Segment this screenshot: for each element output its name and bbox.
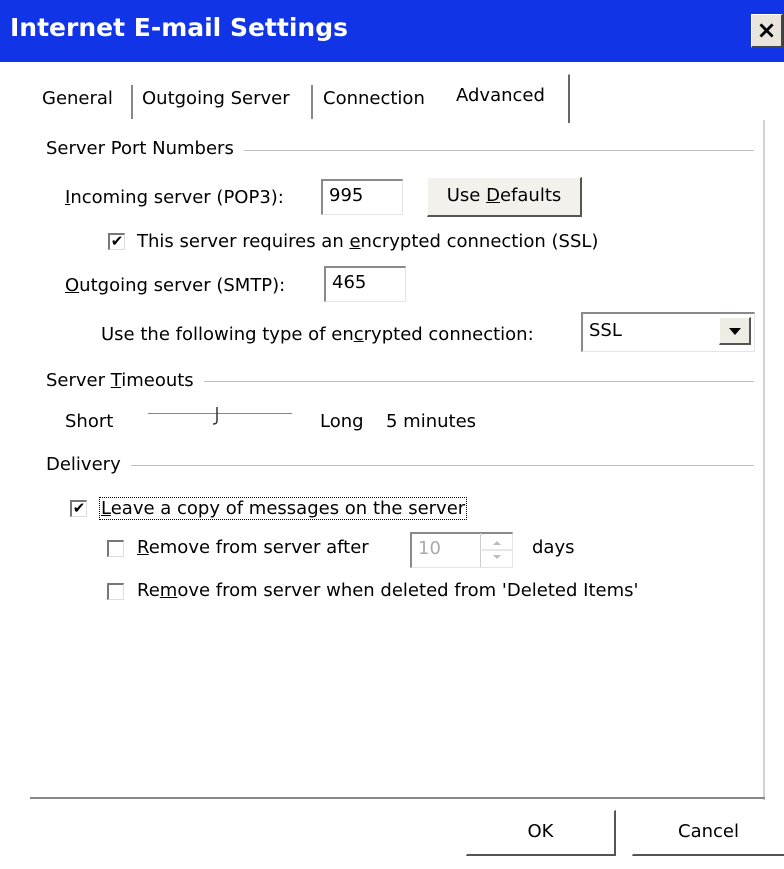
encryption-type-select[interactable]: SSL xyxy=(581,312,755,352)
days-value: 10 xyxy=(418,538,441,559)
timeout-long-label: Long xyxy=(320,411,364,432)
close-icon: × xyxy=(756,16,777,44)
delivery-heading: Delivery xyxy=(46,454,131,475)
incoming-server-label: Incoming server (POP3): xyxy=(65,187,284,208)
tab-divider xyxy=(311,85,314,119)
remove-when-deleted-label: Remove from server when deleted from 'De… xyxy=(137,580,639,601)
remove-after-checkbox[interactable] xyxy=(107,540,124,557)
remove-after-label: Remove from server after xyxy=(137,537,369,558)
remove-when-deleted-checkbox[interactable] xyxy=(107,583,124,600)
dropdown-arrow-button[interactable] xyxy=(719,317,751,345)
window-title: Internet E-mail Settings xyxy=(10,13,348,42)
group-separator xyxy=(46,465,754,467)
tab-advanced[interactable]: Advanced xyxy=(442,74,570,123)
ssl-required-checkbox[interactable]: ✔ xyxy=(108,233,125,250)
panel-border-right xyxy=(763,120,765,800)
tab-divider xyxy=(131,85,134,119)
ssl-required-label: This server requires an encrypted connec… xyxy=(137,231,599,252)
encryption-type-label: Use the following type of encrypted conn… xyxy=(101,324,534,345)
tab-general[interactable]: General xyxy=(42,88,113,118)
cancel-button[interactable]: Cancel xyxy=(632,810,784,856)
tab-connection[interactable]: Connection xyxy=(323,88,425,118)
incoming-port-field[interactable]: 995 xyxy=(321,179,403,215)
days-label: days xyxy=(532,537,575,558)
server-timeouts-heading: Server Timeouts xyxy=(46,370,204,391)
outgoing-port-field[interactable]: 465 xyxy=(324,266,406,302)
outgoing-server-label: Outgoing server (SMTP): xyxy=(65,275,286,296)
server-port-numbers-heading: Server Port Numbers xyxy=(46,138,244,159)
days-spinner-buttons xyxy=(480,533,512,567)
leave-copy-checkbox[interactable]: ✔ xyxy=(70,500,87,517)
leave-copy-label: Leave a copy of messages on the server xyxy=(99,497,468,520)
tab-outgoing-server[interactable]: Outgoing Server xyxy=(142,88,290,118)
timeout-short-label: Short xyxy=(65,411,114,432)
timeout-value: 5 minutes xyxy=(386,411,477,432)
chevron-down-icon xyxy=(729,328,741,335)
timeout-slider-thumb[interactable] xyxy=(212,407,222,425)
use-defaults-button[interactable]: Use Defaults xyxy=(427,177,582,217)
panel-border-bottom xyxy=(30,797,765,799)
title-bar: Internet E-mail Settings × xyxy=(0,0,784,62)
ok-button[interactable]: OK xyxy=(466,810,616,856)
encryption-type-value: SSL xyxy=(589,320,622,341)
close-button[interactable]: × xyxy=(751,14,783,48)
tab-advanced-label: Advanced xyxy=(456,85,545,106)
